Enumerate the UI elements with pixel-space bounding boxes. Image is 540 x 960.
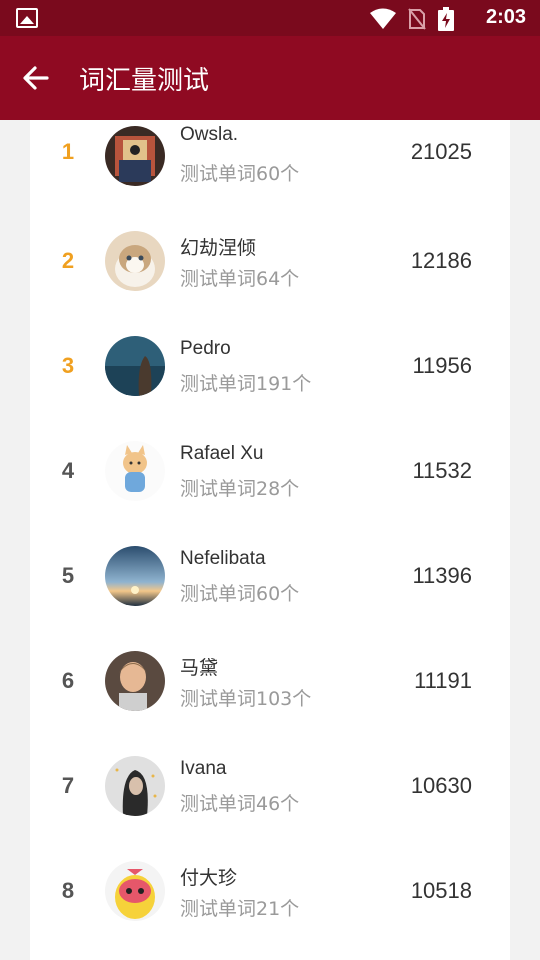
rank-number: 6: [61, 668, 75, 693]
word-count: 测试单词191个: [180, 373, 312, 395]
list-item[interactable]: 7 Ivana 测试单词46个 10630: [30, 736, 510, 841]
rank-number: 2: [61, 248, 75, 273]
rank-number: 5: [61, 563, 75, 588]
no-sim-icon: [408, 8, 426, 30]
score: 21025: [410, 139, 472, 164]
list-item[interactable]: 5 Nefelibata 测试单词60个 11396: [30, 526, 510, 631]
word-count: 测试单词46个: [180, 793, 300, 815]
avatar: [105, 231, 165, 291]
word-count: 测试单词64个: [180, 268, 300, 290]
rank-number: 8: [61, 878, 75, 903]
image-icon: [16, 8, 38, 28]
score: 11956: [412, 353, 472, 378]
avatar: [105, 651, 165, 711]
list-item[interactable]: 4 Rafael Xu 测试单词28个 11532: [30, 421, 510, 526]
status-time: 2:03: [485, 6, 526, 28]
score: 12186: [410, 248, 472, 273]
rank-number: 3: [61, 353, 75, 378]
rank-number: 7: [61, 773, 75, 798]
score: 11532: [412, 458, 472, 483]
leaderboard-list[interactable]: 1 Owsla. 测试单词60个 21025 2 幻劫涅倾 测试单词64个 12…: [30, 120, 510, 960]
word-count: 测试单词60个: [180, 583, 300, 605]
user-name: 幻劫涅倾: [180, 238, 257, 259]
app-bar: 词汇量测试: [0, 36, 540, 120]
avatar: [105, 861, 165, 921]
user-name: Rafael Xu: [180, 443, 264, 464]
user-name: Owsla.: [180, 124, 239, 145]
avatar: [105, 546, 165, 606]
wifi-icon: [370, 8, 396, 29]
list-item[interactable]: 8 付大珍 测试单词21个 10518: [30, 841, 510, 946]
word-count: 测试单词21个: [180, 898, 300, 920]
avatar: [105, 126, 165, 186]
user-name: 付大珍: [180, 868, 238, 889]
status-bar: 2:03: [0, 0, 540, 36]
word-count: 测试单词103个: [180, 688, 312, 710]
list-item[interactable]: 6 马黛 测试单词103个 11191: [30, 631, 510, 736]
avatar: [105, 756, 165, 816]
list-item[interactable]: 2 幻劫涅倾 测试单词64个 12186: [30, 211, 510, 316]
rank-number: 4: [61, 458, 75, 483]
score: 10518: [410, 878, 472, 903]
list-item[interactable]: 3 Pedro 测试单词191个 11956: [30, 316, 510, 421]
score: 11191: [414, 668, 472, 693]
arrow-left-icon: [23, 66, 49, 90]
back-button[interactable]: [20, 62, 52, 94]
user-name: Pedro: [180, 338, 231, 359]
word-count: 测试单词28个: [180, 478, 300, 500]
word-count: 测试单词60个: [180, 163, 300, 185]
score: 11396: [412, 563, 472, 588]
battery-charging-icon: [438, 7, 454, 31]
avatar: [105, 336, 165, 396]
user-name: Ivana: [180, 758, 227, 779]
avatar: [105, 441, 165, 501]
score: 10630: [410, 773, 472, 798]
user-name: Nefelibata: [180, 548, 266, 569]
rank-number: 1: [61, 139, 75, 164]
user-name: 马黛: [180, 658, 219, 679]
page-title: 词汇量测试: [79, 66, 210, 96]
list-item[interactable]: 1 Owsla. 测试单词60个 21025: [30, 120, 510, 211]
